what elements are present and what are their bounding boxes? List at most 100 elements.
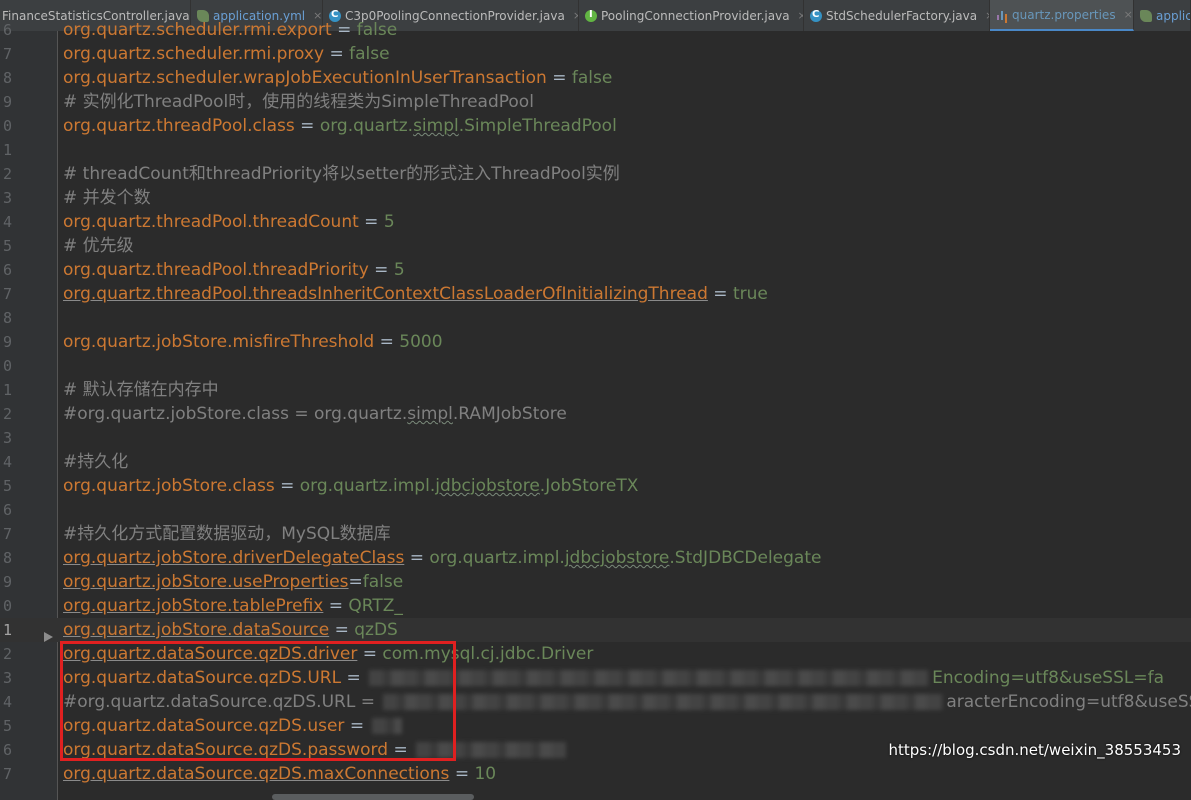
assignment-operator: = [323,596,349,616]
property-key: org.quartz.threadPool.threadCount [63,212,359,232]
line-content: # 默认存储在内存中 [63,378,219,402]
code-line[interactable]: 1 [0,138,1191,162]
line-content: #org.quartz.dataSource.qzDS.URL = aracte… [63,690,1191,714]
line-number: 7 [2,285,12,303]
code-line[interactable]: 8 [0,306,1191,330]
code-editor[interactable]: 6 org.quartz.scheduler.rmi.export = false… [0,20,1191,800]
code-line[interactable]: 1 org.quartz.jobStore.dataSource = qzDS [0,618,1191,642]
property-value: false [349,44,390,64]
property-key-unused: org.quartz.jobStore.useProperties [63,572,349,592]
comment-text: # 优先级 [63,236,134,256]
line-content: org.quartz.dataSource.qzDS.maxConnection… [63,762,496,786]
code-line[interactable]: 3 [0,426,1191,450]
line-number: 2 [2,165,12,183]
property-value: qzDS [354,620,398,640]
line-number: 3 [2,669,12,687]
line-number: 4 [2,453,12,471]
code-line[interactable]: 1 # 默认存储在内存中 [0,378,1191,402]
line-content: #持久化方式配置数据驱动，MySQL数据库 [63,522,391,546]
code-line[interactable]: 4 #org.quartz.dataSource.qzDS.URL = aract… [0,690,1191,714]
property-value: .JobStoreTX [539,476,639,496]
assignment-operator: = [546,68,572,88]
line-content: org.quartz.jobStore.misfireThreshold = 5… [63,330,443,354]
code-line[interactable]: 3 # 并发个数 [0,186,1191,210]
code-line[interactable]: 9 org.quartz.jobStore.misfireThreshold = … [0,330,1191,354]
property-key: org.quartz.threadPool.class [63,116,295,136]
typo-underlined-word: simpl [407,404,453,424]
property-value: false [362,572,404,592]
code-line[interactable]: 0 [0,354,1191,378]
property-key: org.quartz.dataSource.qzDS.URL [63,668,342,688]
comment-text: #org.quartz.dataSource.qzDS.URL = [63,692,381,712]
fold-arrow-icon[interactable] [44,632,53,642]
comment-text: #org.quartz.jobStore.class = org.quartz. [63,404,408,424]
assignment-operator: = [329,620,355,640]
code-line[interactable]: 9 org.quartz.jobStore.useProperties=false [0,570,1191,594]
property-key: org.quartz.jobStore.class [63,476,275,496]
property-value: org.quartz.impl. [429,548,565,568]
line-number: 0 [2,597,12,615]
line-number: 7 [2,45,12,63]
line-number: 3 [2,429,12,447]
line-number: 2 [2,405,12,423]
code-line[interactable]: 9 # 实例化ThreadPool时，使用的线程类为SimpleThreadPoo… [0,90,1191,114]
code-line[interactable]: 3 org.quartz.dataSource.qzDS.URL = Encodi… [0,666,1191,690]
code-line[interactable]: 7 org.quartz.threadPool.threadsInheritCon… [0,282,1191,306]
line-content: # threadCount和threadPriority将以setter的形式注… [63,162,620,186]
code-line[interactable]: 7 #持久化方式配置数据驱动，MySQL数据库 [0,522,1191,546]
code-line[interactable]: 7 org.quartz.scheduler.rmi.proxy = false [0,42,1191,66]
code-line[interactable]: 5 org.quartz.jobStore.class = org.quartz.… [0,474,1191,498]
code-line[interactable]: 6 [0,498,1191,522]
line-content: # 优先级 [63,234,134,258]
property-value: QRTZ_ [348,596,403,616]
code-line[interactable]: 0 org.quartz.threadPool.class = org.quart… [0,114,1191,138]
horizontal-scrollbar[interactable] [272,794,474,800]
code-line[interactable]: 2 org.quartz.dataSource.qzDS.driver = com… [0,642,1191,666]
line-number: 7 [2,525,12,543]
line-number: 9 [2,573,12,591]
line-content: org.quartz.scheduler.wrapJobExecutionInU… [63,66,612,90]
code-line[interactable]: 6 org.quartz.scheduler.rmi.export = false [0,18,1191,42]
property-key-unused: org.quartz.jobStore.driverDelegateClass [63,548,405,568]
redacted-value [369,670,930,686]
property-value: org.quartz. [319,116,414,136]
comment-text: # 默认存储在内存中 [63,380,219,400]
comment-text: # 实例化ThreadPool时，使用的线程类为SimpleThreadPool [63,92,534,112]
property-key-unused: org.quartz.dataSource.qzDS.maxConnection… [63,764,450,784]
code-line[interactable]: 4 org.quartz.threadPool.threadCount = 5 [0,210,1191,234]
line-number: 6 [2,501,12,519]
line-content: org.quartz.jobStore.class = org.quartz.i… [63,474,638,498]
assignment-operator: = [344,716,370,736]
line-number: 1 [2,381,12,399]
assignment-operator: = [357,644,383,664]
code-line[interactable]: 2 # threadCount和threadPriority将以setter的形式… [0,162,1191,186]
property-key-unused: org.quartz.threadPool.threadsInheritCont… [63,284,708,304]
line-content: org.quartz.threadPool.threadCount = 5 [63,210,395,234]
code-line[interactable]: 8 org.quartz.scheduler.wrapJobExecutionIn… [0,66,1191,90]
line-number: 3 [2,189,12,207]
code-line[interactable]: 2 #org.quartz.jobStore.class = org.quartz… [0,402,1191,426]
typo-underlined-word: jdbcjobstore [435,476,540,496]
line-number: 0 [2,357,12,375]
line-content: org.quartz.jobStore.tablePrefix = QRTZ_ [63,594,403,618]
property-key: org.quartz.jobStore.misfireThreshold [63,332,375,352]
assignment-operator: = [374,332,400,352]
code-line[interactable]: 8 org.quartz.jobStore.driverDelegateClass… [0,546,1191,570]
code-line[interactable]: 0 org.quartz.jobStore.tablePrefix = QRTZ_ [0,594,1191,618]
code-line[interactable]: 6 org.quartz.threadPool.threadPriority = … [0,258,1191,282]
code-line[interactable]: 4 #持久化 [0,450,1191,474]
code-line[interactable]: 5 # 优先级 [0,234,1191,258]
line-number: 7 [2,765,12,783]
code-line[interactable]: 7 org.quartz.dataSource.qzDS.maxConnectio… [0,762,1191,786]
property-value: 5 [383,212,395,232]
line-number: 2 [2,645,12,663]
assignment-operator: = [324,44,350,64]
line-number: 5 [2,237,12,255]
line-content: org.quartz.jobStore.dataSource = qzDS [63,618,398,642]
property-key: org.quartz.threadPool.threadPriority [63,260,369,280]
code-line[interactable]: 5 org.quartz.dataSource.qzDS.user = [0,714,1191,738]
line-content: org.quartz.dataSource.qzDS.URL = Encodin… [63,666,1164,690]
line-number: 5 [2,717,12,735]
line-number: 5 [2,477,12,495]
assignment-operator: = [388,740,414,760]
